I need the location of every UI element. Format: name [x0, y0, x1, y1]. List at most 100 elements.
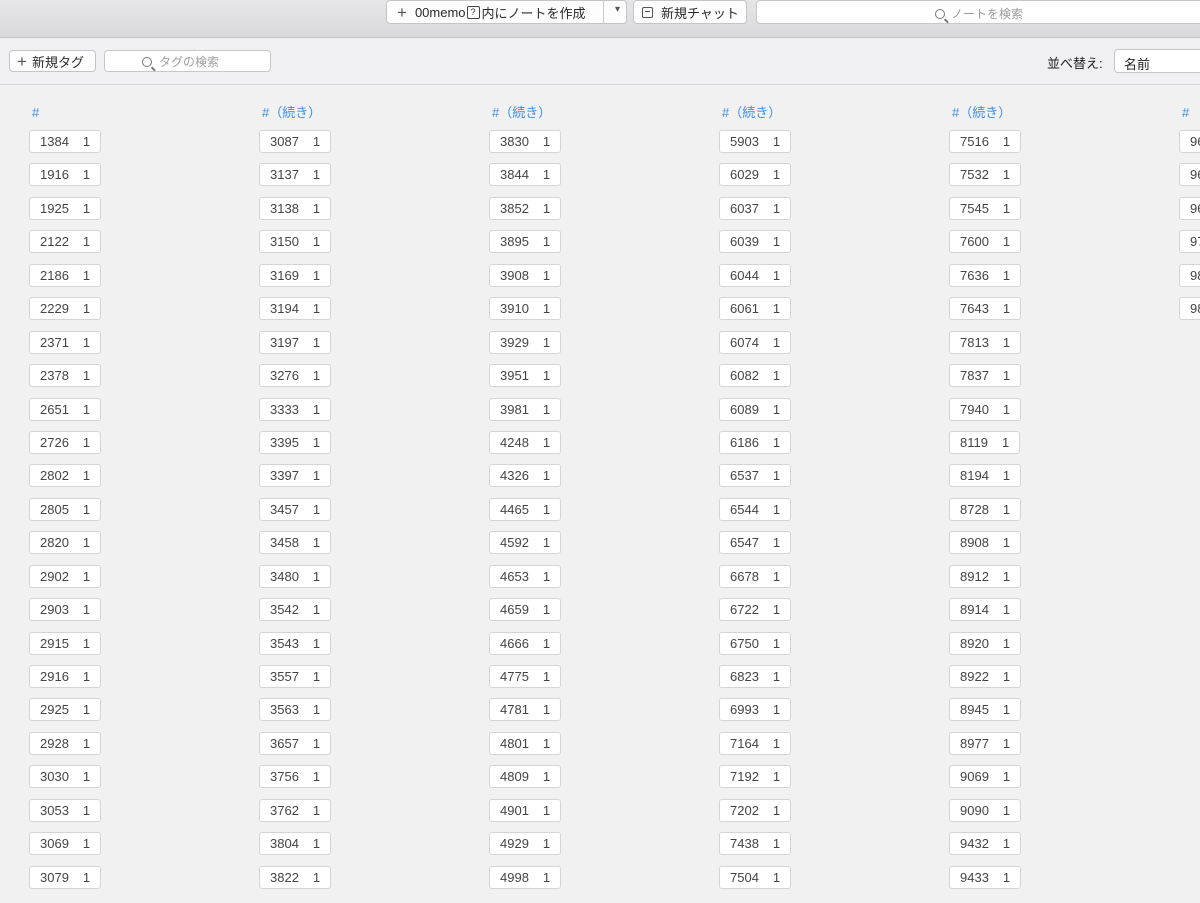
tag-item[interactable]: 3822 1 — [259, 865, 332, 889]
tag-item[interactable]: 7600 1 — [949, 230, 1022, 254]
tag-item[interactable]: 3929 1 — [489, 330, 562, 354]
tag-item[interactable]: 9069 1 — [949, 765, 1022, 789]
tag-item[interactable]: 2122 1 — [29, 230, 102, 254]
tag-item[interactable]: 4659 1 — [489, 598, 562, 622]
tag-item[interactable]: 8194 1 — [949, 464, 1022, 488]
tag-item[interactable]: 2186 1 — [29, 263, 102, 287]
tag-item[interactable]: 3333 1 — [259, 397, 332, 421]
tag-item[interactable]: 9090 1 — [949, 798, 1022, 822]
tag-item[interactable]: 7837 1 — [949, 364, 1022, 388]
tag-item[interactable]: 2915 1 — [29, 631, 102, 655]
tag-item[interactable]: 98 — [1179, 263, 1200, 287]
tag-item[interactable]: 6750 1 — [719, 631, 792, 655]
tag-item[interactable]: 3852 1 — [489, 196, 562, 220]
tag-item[interactable]: 2902 1 — [29, 564, 102, 588]
tag-item[interactable]: 1925 1 — [29, 196, 102, 220]
tag-item[interactable]: 6678 1 — [719, 564, 792, 588]
tag-item[interactable]: 6044 1 — [719, 263, 792, 287]
tag-item[interactable]: 3908 1 — [489, 263, 562, 287]
tag-item[interactable]: 5903 1 — [719, 130, 792, 153]
tag-item[interactable]: 6993 1 — [719, 698, 792, 722]
chevron-down-icon[interactable]: ▾ — [615, 4, 620, 15]
tag-item[interactable]: 6089 1 — [719, 397, 792, 421]
tag-item[interactable]: 3053 1 — [29, 798, 102, 822]
tag-item[interactable]: 3480 1 — [259, 564, 332, 588]
tag-item[interactable]: 3069 1 — [29, 832, 102, 856]
tag-item[interactable]: 9432 1 — [949, 832, 1022, 856]
tag-item[interactable]: 3395 1 — [259, 430, 332, 454]
tag-item[interactable]: 2925 1 — [29, 698, 102, 722]
tag-item[interactable]: 3951 1 — [489, 364, 562, 388]
tag-item[interactable]: 3150 1 — [259, 230, 332, 254]
create-note-button[interactable]: + 00memo ? 内にノートを作成 ▾ — [386, 0, 627, 24]
tag-item[interactable]: 3563 1 — [259, 698, 332, 722]
tag-item[interactable]: 3557 1 — [259, 665, 332, 688]
tag-item[interactable]: 1916 1 — [29, 163, 102, 187]
tag-item[interactable]: 3087 1 — [259, 130, 332, 153]
tag-item[interactable]: 3276 1 — [259, 364, 332, 388]
tag-item[interactable]: 3981 1 — [489, 397, 562, 421]
tag-item[interactable]: 6082 1 — [719, 364, 792, 388]
tag-item[interactable]: 3542 1 — [259, 598, 332, 622]
tag-item[interactable]: 96 — [1179, 130, 1200, 153]
tag-item[interactable]: 8922 1 — [949, 665, 1022, 688]
tag-item[interactable]: 8728 1 — [949, 497, 1022, 521]
tag-item[interactable]: 4592 1 — [489, 531, 562, 555]
tag-item[interactable]: 7813 1 — [949, 330, 1022, 354]
tag-item[interactable]: 6547 1 — [719, 531, 792, 555]
tag-item[interactable]: 3804 1 — [259, 832, 332, 856]
tag-item[interactable]: 4809 1 — [489, 765, 562, 789]
tag-item[interactable]: 2903 1 — [29, 598, 102, 622]
tag-item[interactable]: 98 — [1179, 297, 1200, 321]
tag-item[interactable]: 6039 1 — [719, 230, 792, 254]
tag-item[interactable]: 8908 1 — [949, 531, 1022, 555]
tag-item[interactable]: 2726 1 — [29, 430, 102, 454]
tag-item[interactable]: 6186 1 — [719, 430, 792, 454]
tag-item[interactable]: 4326 1 — [489, 464, 562, 488]
tag-item[interactable]: 8920 1 — [949, 631, 1022, 655]
tag-item[interactable]: 8912 1 — [949, 564, 1022, 588]
tag-item[interactable]: 3657 1 — [259, 731, 332, 755]
tag-item[interactable]: 2229 1 — [29, 297, 102, 321]
tag-item[interactable]: 4781 1 — [489, 698, 562, 722]
tag-item[interactable]: 3844 1 — [489, 163, 562, 187]
tag-item[interactable]: 4801 1 — [489, 731, 562, 755]
tag-item[interactable]: 2928 1 — [29, 731, 102, 755]
tag-item[interactable]: 6722 1 — [719, 598, 792, 622]
tag-item[interactable]: 4929 1 — [489, 832, 562, 856]
tag-item[interactable]: 8914 1 — [949, 598, 1022, 622]
tag-item[interactable]: 4998 1 — [489, 865, 562, 889]
tag-item[interactable]: 6537 1 — [719, 464, 792, 488]
tag-item[interactable]: 3543 1 — [259, 631, 332, 655]
tag-item[interactable]: 7532 1 — [949, 163, 1022, 187]
tag-item[interactable]: 2378 1 — [29, 364, 102, 388]
tag-item[interactable]: 3197 1 — [259, 330, 332, 354]
tag-item[interactable]: 2651 1 — [29, 397, 102, 421]
tag-item[interactable]: 3137 1 — [259, 163, 332, 187]
tag-item[interactable]: 4666 1 — [489, 631, 562, 655]
tag-item[interactable]: 2805 1 — [29, 497, 102, 521]
tag-item[interactable]: 7164 1 — [719, 731, 792, 755]
tag-item[interactable]: 7516 1 — [949, 130, 1022, 153]
tag-item[interactable]: 4465 1 — [489, 497, 562, 521]
tag-item[interactable]: 2820 1 — [29, 531, 102, 555]
tag-item[interactable]: 4653 1 — [489, 564, 562, 588]
tag-item[interactable]: 3457 1 — [259, 497, 332, 521]
new-chat-button[interactable]: 新規チャット — [633, 0, 747, 24]
sort-select[interactable]: 名前 — [1114, 49, 1200, 73]
tag-search-input[interactable]: タグの検索 — [104, 50, 271, 72]
tag-item[interactable]: 3762 1 — [259, 798, 332, 822]
tag-item[interactable]: 97 — [1179, 230, 1200, 254]
note-search-input[interactable]: ノートを検索 — [756, 0, 1200, 24]
tag-item[interactable]: 96 — [1179, 196, 1200, 220]
tag-item[interactable]: 3169 1 — [259, 263, 332, 287]
tag-item[interactable]: 7940 1 — [949, 397, 1022, 421]
tag-item[interactable]: 3138 1 — [259, 196, 332, 220]
tag-item[interactable]: 7192 1 — [719, 765, 792, 789]
tag-item[interactable]: 8119 1 — [949, 430, 1021, 454]
tag-item[interactable]: 3079 1 — [29, 865, 102, 889]
tag-item[interactable]: 7545 1 — [949, 196, 1022, 220]
tag-item[interactable]: 8945 1 — [949, 698, 1022, 722]
tag-item[interactable]: 6823 1 — [719, 665, 792, 688]
tag-item[interactable]: 7636 1 — [949, 263, 1022, 287]
